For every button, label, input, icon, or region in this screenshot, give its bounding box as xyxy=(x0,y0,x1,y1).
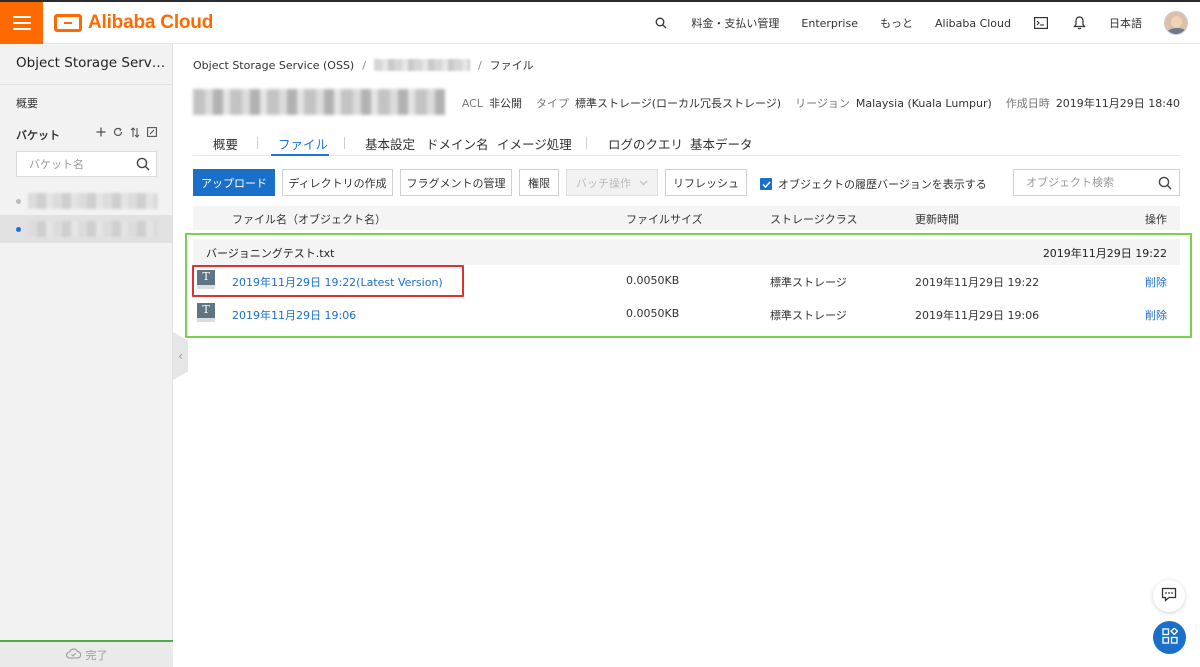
cloud-check-icon xyxy=(65,647,81,662)
billing-link[interactable]: 料金・支払い管理 xyxy=(691,15,779,31)
created-value: 2019年11月29日 18:40 xyxy=(1055,97,1180,110)
show-versions-checkbox[interactable]: オブジェクトの履歴バージョンを表示する xyxy=(760,176,987,192)
redacted-bucket-name xyxy=(28,193,158,209)
type-label: タイプ xyxy=(535,97,569,110)
breadcrumb-root[interactable]: Object Storage Service (OSS) xyxy=(193,59,354,72)
redacted-bucket-title xyxy=(193,89,445,115)
search-icon[interactable] xyxy=(1158,176,1172,193)
chat-button[interactable] xyxy=(1153,580,1185,612)
search-icon[interactable] xyxy=(653,15,669,31)
batch-operation-button[interactable]: バッチ操作 xyxy=(566,169,658,196)
alibaba-cloud-link[interactable]: Alibaba Cloud xyxy=(935,17,1011,30)
breadcrumb-current: ファイル xyxy=(489,59,534,72)
checkbox-checked-icon xyxy=(760,178,772,190)
tab-overview[interactable]: 概要 xyxy=(213,134,238,153)
more-link[interactable]: もっと xyxy=(880,15,913,31)
add-icon[interactable] xyxy=(95,126,106,138)
breadcrumb-separator: / xyxy=(477,58,482,72)
breadcrumb: Object Storage Service (OSS) / / ファイル xyxy=(193,57,534,73)
acl-value: 非公開 xyxy=(488,97,522,110)
search-icon[interactable] xyxy=(136,157,150,174)
tab-files[interactable]: ファイル xyxy=(278,134,328,153)
highlight-box-red xyxy=(192,265,464,297)
avatar[interactable] xyxy=(1164,11,1188,35)
apps-grid-icon xyxy=(1161,627,1178,647)
footer-status-text: 完了 xyxy=(85,648,108,662)
sidebar-bucket-item[interactable] xyxy=(0,187,173,215)
top-bar: Alibaba Cloud 料金・支払い管理 Enterprise もっと Al… xyxy=(0,0,1200,44)
column-file-name: ファイル名（オブジェクト名） xyxy=(232,213,386,226)
permission-button[interactable]: 権限 xyxy=(519,169,559,196)
tab-separator xyxy=(344,137,345,149)
upload-button[interactable]: アップロード xyxy=(193,169,275,196)
object-search xyxy=(1013,169,1180,196)
bucket-tools xyxy=(95,126,157,138)
bucket-meta: ACL 非公開 タイプ 標準ストレージ(ローカル冗長ストレージ) リージョン M… xyxy=(448,95,1180,111)
breadcrumb-separator: / xyxy=(362,58,366,72)
apps-button[interactable] xyxy=(1153,621,1186,654)
redacted-bucket-breadcrumb[interactable] xyxy=(373,59,470,71)
tab-basic-settings[interactable]: 基本設定 xyxy=(365,134,415,153)
batch-label: バッチ操作 xyxy=(576,176,631,190)
tab-domain-names[interactable]: ドメイン名 xyxy=(426,134,489,153)
alibaba-cloud-logo[interactable]: Alibaba Cloud xyxy=(54,11,213,35)
bucket-search xyxy=(16,151,157,177)
hamburger-menu-button[interactable] xyxy=(0,2,43,44)
active-tab-indicator xyxy=(271,154,329,156)
bell-icon[interactable] xyxy=(1071,15,1087,31)
language-selector[interactable]: 日本語 xyxy=(1109,15,1142,31)
acl-label: ACL xyxy=(461,96,483,110)
expand-icon[interactable] xyxy=(146,126,157,138)
sidebar-bucket-item-active[interactable] xyxy=(0,215,173,243)
sidebar: Object Storage Servic… 概要 バケット 完了 xyxy=(0,44,173,667)
refresh-button[interactable]: リフレッシュ xyxy=(665,169,747,196)
column-updated-time: 更新時間 xyxy=(915,213,959,226)
tab-image-processing[interactable]: イメージ処理 xyxy=(497,134,572,153)
sidebar-divider xyxy=(0,84,173,85)
object-search-input[interactable] xyxy=(1014,170,1149,195)
alibaba-logo-icon xyxy=(54,14,82,32)
chevron-left-icon: ‹ xyxy=(178,349,183,363)
bucket-tabs: 概要 ファイル 基本設定 ドメイン名 イメージ処理 ログのクエリ 基本データ xyxy=(193,128,1180,156)
bucket-section-label: バケット xyxy=(16,129,60,142)
chat-icon xyxy=(1161,587,1177,605)
manage-fragments-button[interactable]: フラグメントの管理 xyxy=(400,169,512,196)
region-label: リージョン xyxy=(795,97,850,110)
top-nav: 料金・支払い管理 Enterprise もっと Alibaba Cloud 日本… xyxy=(631,2,1188,44)
tab-separator xyxy=(257,137,258,149)
bucket-search-input[interactable] xyxy=(17,153,127,175)
show-versions-label: オブジェクトの履歴バージョンを表示する xyxy=(778,178,987,191)
redacted-bucket-name xyxy=(28,221,158,237)
sort-icon[interactable] xyxy=(129,126,140,138)
tab-separator xyxy=(586,137,587,149)
sidebar-collapse-handle[interactable]: ‹ xyxy=(173,332,188,380)
terminal-icon[interactable] xyxy=(1033,15,1049,31)
column-storage-class: ストレージクラス xyxy=(770,213,858,226)
type-value: 標準ストレージ(ローカル冗長ストレージ) xyxy=(574,97,782,110)
sidebar-item-overview[interactable]: 概要 xyxy=(16,95,38,111)
column-actions: 操作 xyxy=(1145,213,1167,226)
created-label: 作成日時 xyxy=(1005,97,1050,110)
refresh-icon[interactable] xyxy=(112,126,123,138)
tab-basic-data[interactable]: 基本データ xyxy=(690,134,753,153)
sidebar-title: Object Storage Servic… xyxy=(16,55,166,71)
region-value: Malaysia (Kuala Lumpur) xyxy=(855,96,992,110)
sidebar-footer-status: 完了 xyxy=(0,640,173,667)
table-header: ファイル名（オブジェクト名） ファイルサイズ ストレージクラス 更新時間 操作 xyxy=(193,206,1180,230)
tab-log-query[interactable]: ログのクエリ xyxy=(608,134,683,153)
column-file-size: ファイルサイズ xyxy=(626,213,703,226)
bucket-dot-active xyxy=(16,227,21,232)
bucket-dot xyxy=(16,199,21,204)
create-directory-button[interactable]: ディレクトリの作成 xyxy=(282,169,393,196)
chevron-down-icon xyxy=(639,176,648,189)
enterprise-link[interactable]: Enterprise xyxy=(801,17,858,30)
